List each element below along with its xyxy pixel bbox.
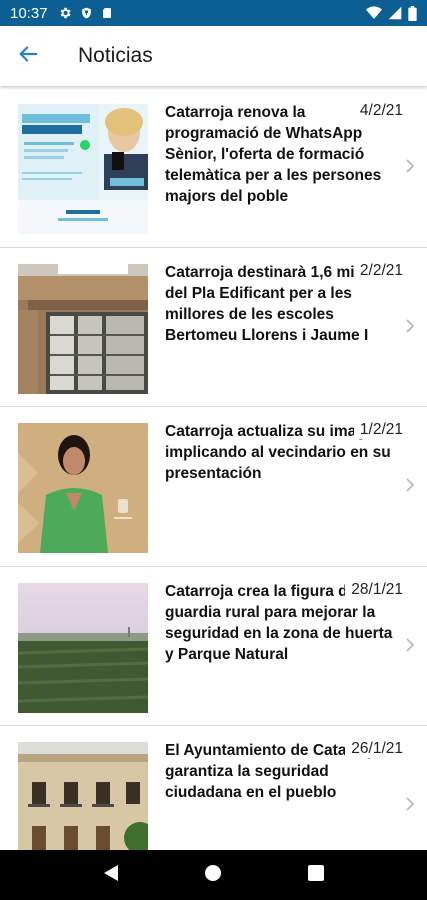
status-bar: 10:37 bbox=[0, 0, 427, 26]
shield-icon bbox=[80, 6, 93, 20]
news-item[interactable]: Catarroja actualiza su imagen implicando… bbox=[0, 407, 427, 567]
news-date: 1/2/21 bbox=[353, 421, 403, 439]
gear-icon bbox=[58, 6, 72, 20]
back-triangle-icon[interactable] bbox=[103, 864, 119, 886]
news-item[interactable]: Catarroja destinarà 1,6 millones del Pla… bbox=[0, 248, 427, 407]
status-right-icons bbox=[366, 5, 417, 21]
system-nav-bar bbox=[0, 850, 427, 900]
signal-icon bbox=[388, 6, 402, 20]
news-thumbnail bbox=[18, 263, 148, 394]
recents-square-icon[interactable] bbox=[308, 865, 325, 885]
news-item[interactable]: Catarroja renova la programació de Whats… bbox=[0, 88, 427, 248]
chevron-right-icon bbox=[406, 477, 415, 496]
news-thumbnail bbox=[18, 104, 148, 234]
news-date: 4/2/21 bbox=[353, 102, 403, 120]
news-date: 2/2/21 bbox=[353, 261, 403, 280]
news-item[interactable]: Catarroja crea la figura del guardia rur… bbox=[0, 567, 427, 726]
app-bar: Noticias bbox=[0, 26, 427, 86]
home-circle-icon[interactable] bbox=[204, 864, 222, 886]
news-thumbnail bbox=[18, 423, 148, 553]
chevron-right-icon bbox=[406, 796, 415, 815]
wifi-icon bbox=[366, 6, 382, 20]
news-thumbnail bbox=[18, 742, 148, 850]
battery-icon bbox=[408, 5, 417, 21]
news-thumbnail bbox=[18, 582, 148, 713]
chevron-right-icon bbox=[406, 637, 415, 656]
news-date: 26/1/21 bbox=[345, 740, 403, 758]
page-title: Noticias bbox=[78, 44, 153, 67]
status-time: 10:37 bbox=[10, 4, 48, 22]
status-left-icons bbox=[58, 6, 113, 20]
arrow-left-icon bbox=[18, 45, 38, 67]
back-button[interactable] bbox=[0, 26, 56, 86]
chevron-right-icon bbox=[406, 158, 415, 177]
news-date: 28/1/21 bbox=[345, 580, 403, 599]
chevron-right-icon bbox=[406, 318, 415, 337]
news-list[interactable]: Catarroja renova la programació de Whats… bbox=[0, 88, 427, 850]
news-item[interactable]: El Ayuntamiento de Catarroja garantiza l… bbox=[0, 726, 427, 850]
sd-card-icon bbox=[101, 6, 113, 20]
